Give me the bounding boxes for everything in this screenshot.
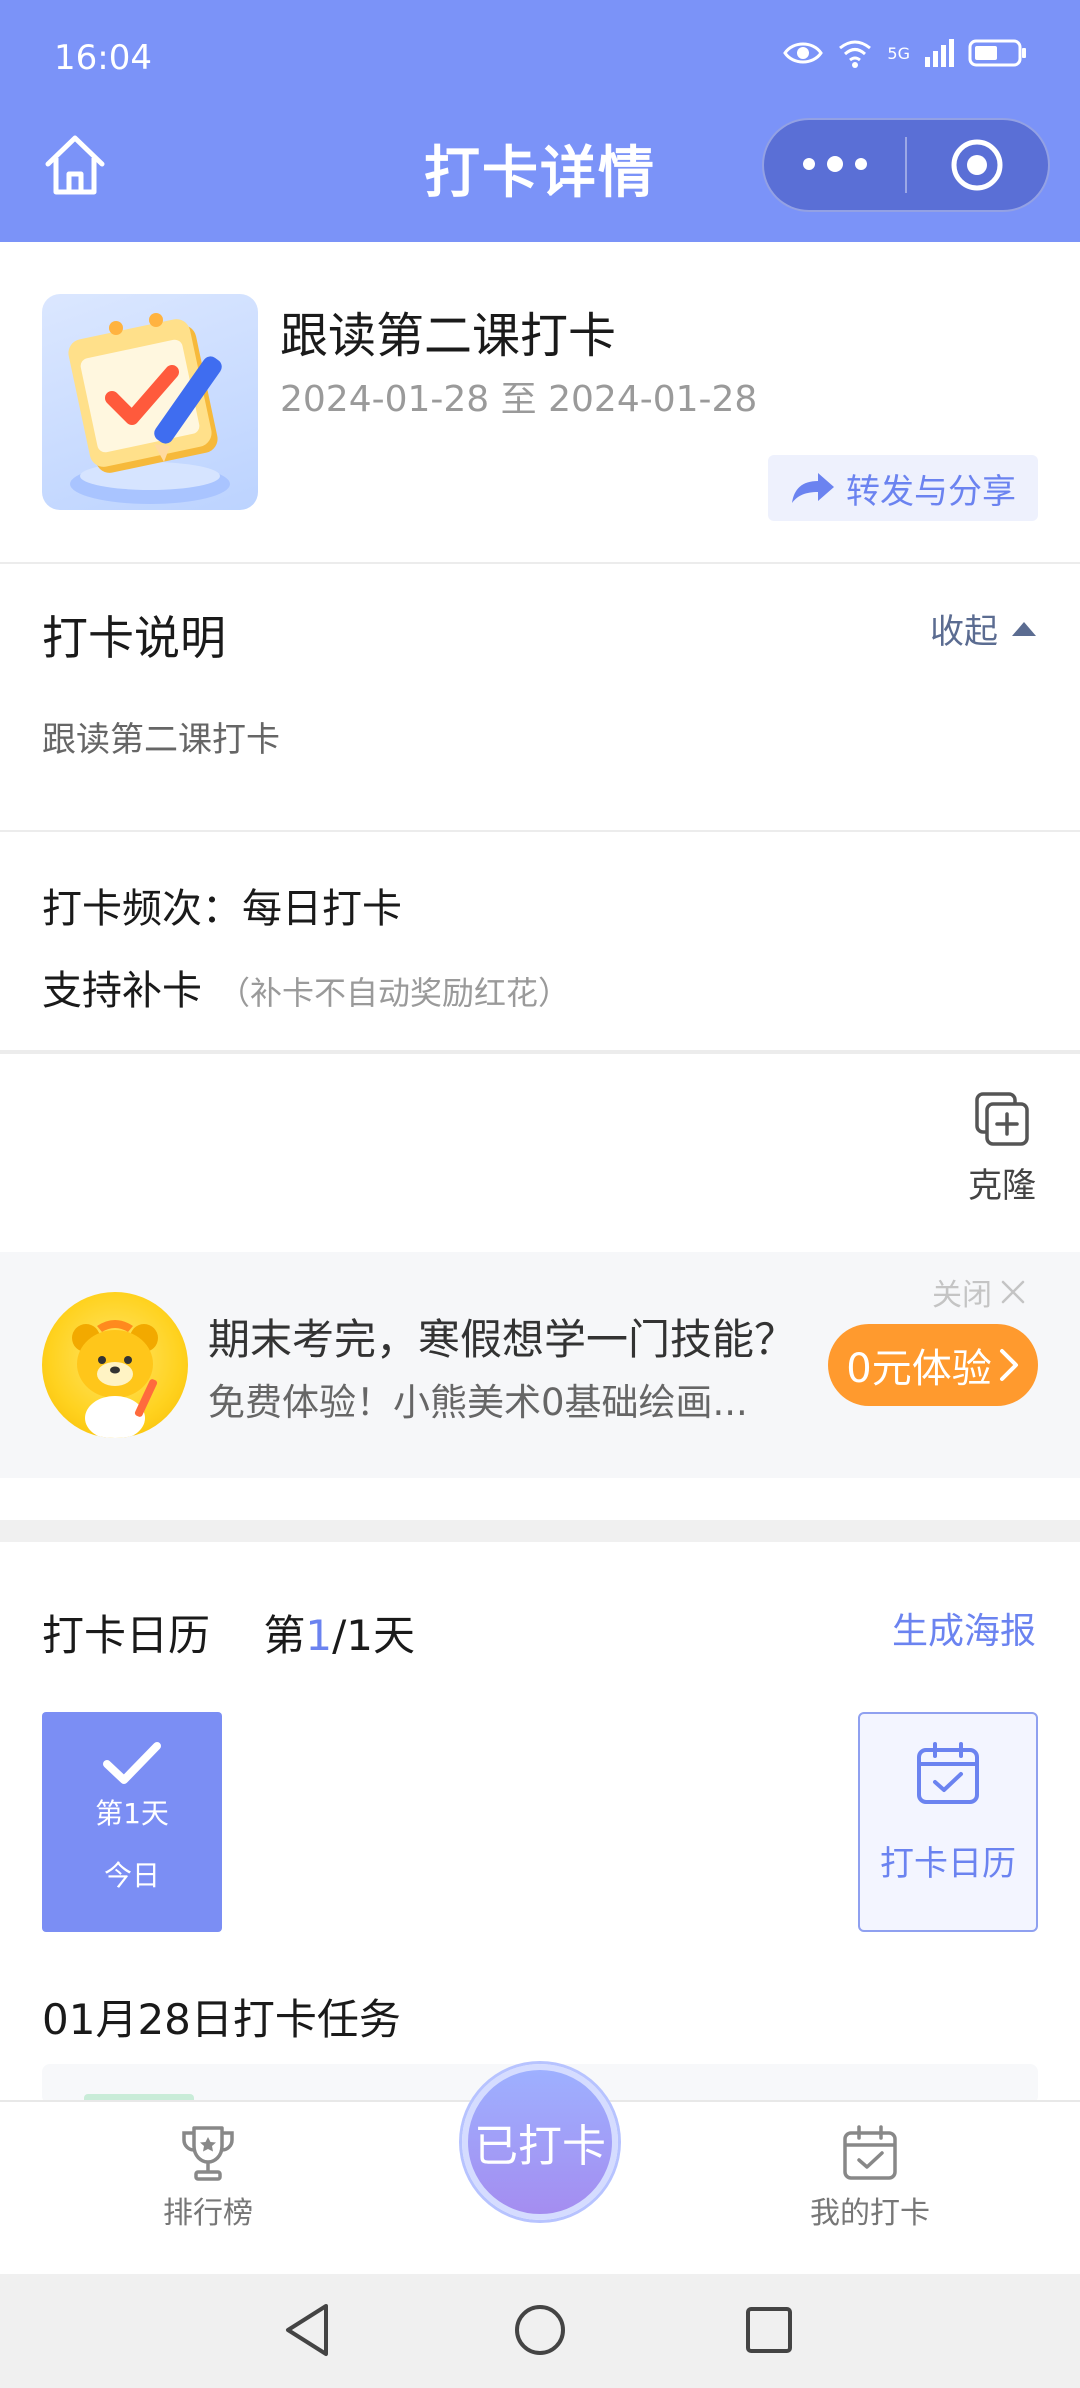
divider: [0, 1050, 1080, 1054]
progress-current: 1: [305, 1611, 333, 1660]
top-header: 16:04 5G 打卡详情: [0, 0, 1080, 242]
task-date-range: 2024-01-28 至 2024-01-28: [280, 379, 758, 420]
calendar-heading: 打卡日历: [42, 1611, 211, 1660]
collapse-toggle[interactable]: 收起: [930, 604, 1036, 653]
task-title: 跟读第二课打卡: [280, 308, 617, 364]
share-button[interactable]: 转发与分享: [768, 455, 1038, 521]
calendar-progress: 第1/1天: [263, 1611, 415, 1660]
ad-cta-label: 0元体验: [846, 1346, 992, 1392]
ad-close-label: 关闭: [932, 1278, 992, 1313]
bear-mascot-avatar: [42, 1292, 188, 1438]
clone-icon: [975, 1092, 1029, 1146]
system-navigation-bar: [0, 2274, 1080, 2388]
ad-cta-button[interactable]: 0元体验: [828, 1324, 1038, 1406]
makeup-support: 支持补卡 （补卡不自动奖励红花）: [42, 958, 570, 1016]
divider: [0, 562, 1080, 564]
more-button[interactable]: [764, 156, 905, 172]
calendar-check-icon: [843, 2125, 897, 2180]
tab-my-checkins[interactable]: 我的打卡: [770, 2124, 970, 2232]
miniprogram-capsule: [762, 118, 1050, 212]
more-dot-icon: [854, 158, 867, 170]
progress-suffix: /1天: [332, 1611, 415, 1660]
tab-leaderboard[interactable]: 排行榜: [108, 2124, 308, 2232]
clone-button[interactable]: 克隆: [962, 1090, 1042, 1207]
collapse-label: 收起: [930, 612, 998, 652]
calendar-check-illustration-icon: [68, 313, 230, 504]
status-icons: 5G: [783, 38, 1028, 68]
section-separator: [0, 1520, 1080, 1542]
task-thumbnail: [42, 294, 258, 510]
ad-close-button[interactable]: 关闭: [932, 1270, 1026, 1314]
triangle-up-icon: [1012, 621, 1036, 636]
more-dot-icon: [826, 156, 843, 172]
eye-icon: [783, 42, 824, 64]
chevron-right-icon: [999, 1349, 1018, 1381]
share-label: 转发与分享: [846, 471, 1016, 512]
makeup-label: 支持补卡: [42, 968, 202, 1014]
generate-poster-link[interactable]: 生成海报: [892, 1602, 1036, 1654]
tab-my-checkins-label: 我的打卡: [810, 2196, 930, 2231]
checkin-calendar-button[interactable]: 打卡日历: [858, 1712, 1038, 1932]
back-triangle-icon[interactable]: [282, 2302, 332, 2358]
battery-icon: [968, 39, 1026, 67]
checkmark-icon: [103, 1742, 161, 1784]
checkin-main-button[interactable]: 已打卡: [462, 2064, 618, 2220]
close-miniprogram-button[interactable]: [907, 137, 1048, 193]
day-label: 第1天: [95, 1797, 169, 1830]
network-type: 5G: [887, 43, 910, 63]
calendar-check-icon: [917, 1742, 979, 1804]
calendar-heading-row: 打卡日历 第1/1天: [42, 1602, 415, 1663]
progress-prefix: 第: [263, 1611, 306, 1660]
tab-leaderboard-label: 排行榜: [163, 2196, 253, 2231]
status-time: 16:04: [54, 38, 152, 78]
day-card-today[interactable]: 第1天 今日: [42, 1712, 222, 1932]
daily-task-heading: 01月28日打卡任务: [42, 1995, 401, 2044]
target-icon: [951, 139, 1003, 191]
trophy-icon: [182, 2126, 234, 2181]
checkin-calendar-label: 打卡日历: [880, 1844, 1016, 1884]
signal-icon: [925, 39, 954, 67]
clone-label: 克隆: [968, 1166, 1036, 1206]
checkin-frequency: 打卡频次：每日打卡: [42, 886, 402, 932]
wifi-icon: [839, 40, 872, 68]
home-circle-icon[interactable]: [512, 2302, 568, 2358]
more-dot-icon: [802, 158, 815, 170]
divider: [0, 830, 1080, 832]
ad-subtitle: 免费体验！小熊美术0基础绘画...: [208, 1381, 748, 1424]
description-heading: 打卡说明: [42, 611, 226, 665]
ad-title: 期末考完，寒假想学一门技能？: [208, 1315, 797, 1364]
close-icon: [1001, 1280, 1025, 1304]
bear-mascot-icon: [72, 1320, 158, 1438]
share-arrow-icon: [792, 473, 834, 503]
makeup-note: （补卡不自动奖励红花）: [218, 974, 571, 1012]
day-sub-label: 今日: [103, 1859, 160, 1892]
description-text: 跟读第二课打卡: [42, 720, 280, 760]
recents-square-icon[interactable]: [744, 2302, 794, 2358]
